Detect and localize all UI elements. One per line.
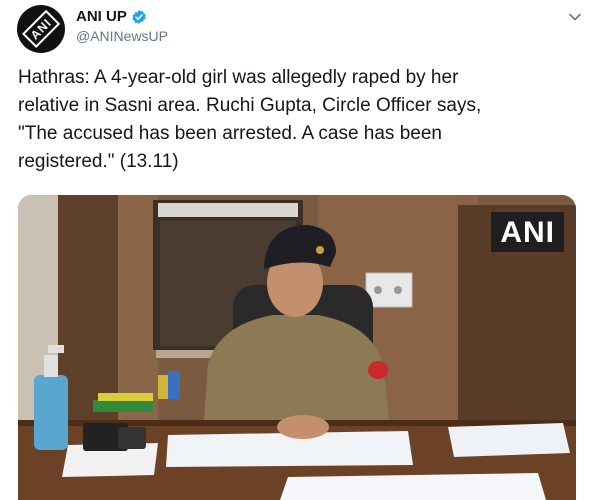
tweet-text: Hathras: A 4-year-old girl was allegedly… <box>18 67 482 172</box>
account-handle[interactable]: @ANINewsUP <box>76 28 168 44</box>
avatar[interactable]: ANI <box>17 5 65 53</box>
ani-watermark: ANI <box>491 212 564 252</box>
display-name[interactable]: ANI UP <box>76 8 127 25</box>
account-name-row[interactable]: ANI UP <box>76 8 147 25</box>
avatar-logo-text: ANI <box>22 10 60 48</box>
verified-badge-icon <box>132 9 146 24</box>
tweet-video-thumbnail[interactable]: ANI <box>18 195 576 500</box>
chevron-down-icon[interactable] <box>568 10 582 24</box>
